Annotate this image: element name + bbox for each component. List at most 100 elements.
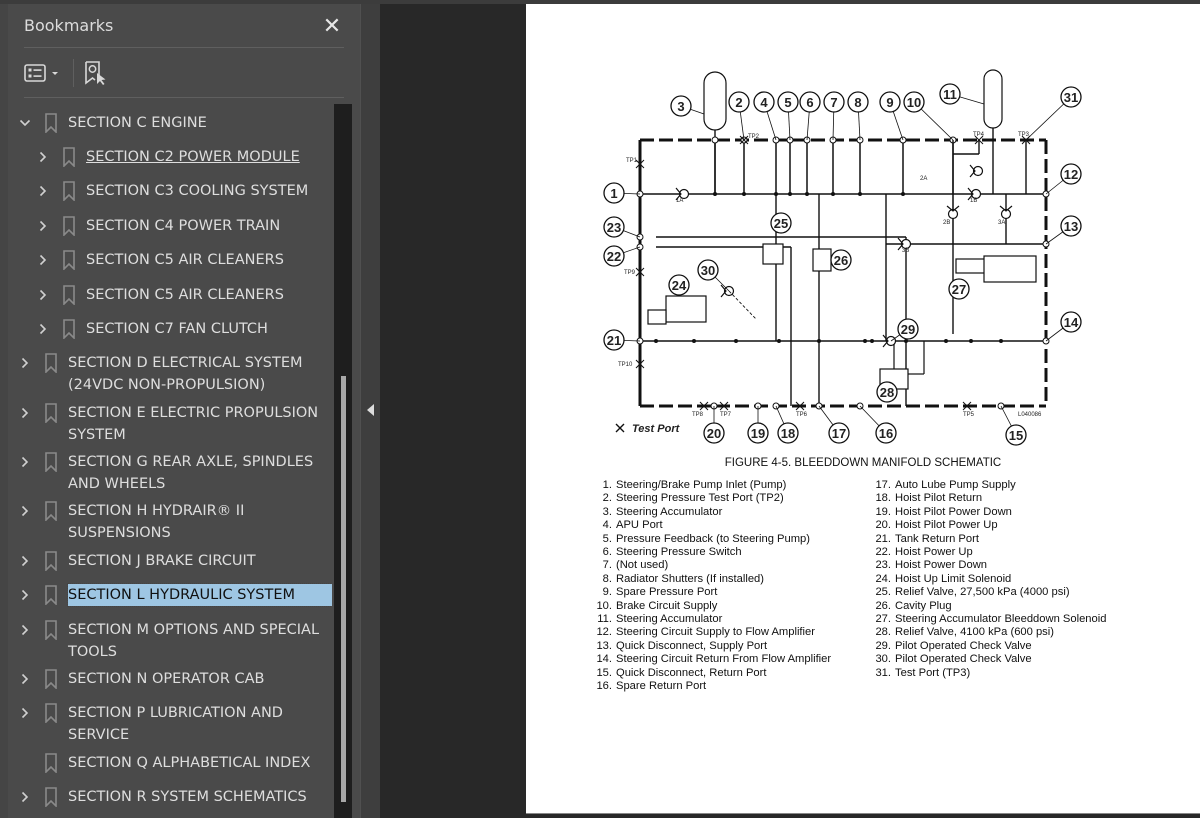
bookmark-icon — [60, 284, 78, 306]
junction-dot — [805, 192, 809, 196]
test-port-label: TP9 — [624, 270, 636, 276]
bookmark-item[interactable]: SECTION C ENGINE — [8, 112, 332, 134]
bookmark-label: SECTION D ELECTRICAL SYSTEM (24VDC NON-P… — [68, 355, 303, 393]
bookmark-item[interactable]: SECTION L HYDRAULIC SYSTEM — [8, 583, 332, 607]
legend-number: 28. — [875, 626, 891, 639]
chevron-down-icon[interactable] — [16, 112, 34, 134]
legend-number: 13. — [596, 639, 612, 652]
bookmark-item[interactable]: SECTION P LUBRICATION AND SERVICE — [8, 702, 332, 746]
bookmark-item[interactable]: SECTION C5 AIR CLEANERS — [8, 249, 332, 271]
panel-splitter[interactable] — [360, 4, 380, 818]
bookmark-item[interactable]: SECTION M OPTIONS AND SPECIAL TOOLS — [8, 619, 332, 663]
legend-text: Steering Accumulator — [616, 505, 723, 518]
bookmark-label: SECTION E ELECTRIC PROPULSION SYSTEM — [68, 405, 319, 443]
chevron-right-icon[interactable] — [16, 702, 34, 724]
test-port-label: TP8 — [692, 412, 704, 418]
bookmark-item[interactable]: SECTION C2 POWER MODULE — [8, 146, 332, 168]
bookmark-icon — [60, 180, 78, 202]
solenoid-icon — [647, 309, 667, 325]
callout-number: 8 — [854, 95, 861, 110]
bookmark-label: SECTION G REAR AXLE, SPINDLES AND WHEELS — [68, 454, 314, 492]
bookmark-item[interactable]: SECTION H HYDRAIR® II SUSPENSIONS — [8, 500, 332, 544]
bookmark-item[interactable]: SECTION Q ALPHABETICAL INDEX — [8, 752, 332, 774]
bookmark-item[interactable]: SECTION N OPERATOR CAB — [8, 668, 332, 690]
document-page: TP1 TP2 TP3 TP4 TP5 TP6 TP7 TP8 TP9 TP10 1A 1B 2A 2B 3… — [526, 4, 1200, 814]
bleeddown-manifold-schematic: TP1 TP2 TP3 TP4 TP5 TP6 TP7 TP8 TP9 TP10 1A 1B 2A 2B 3… — [603, 69, 1082, 446]
legend-item: 4. APU Port — [592, 519, 831, 532]
legend-item: 3. Steering Accumulator — [592, 506, 831, 519]
chevron-right-icon[interactable] — [16, 402, 34, 424]
bookmark-item[interactable]: SECTION C4 POWER TRAIN — [8, 215, 332, 237]
bookmark-item[interactable]: SECTION C5 AIR CLEANERS — [8, 284, 332, 306]
chevron-right-icon[interactable] — [34, 284, 52, 306]
chevron-right-icon[interactable] — [16, 619, 34, 641]
chevron-right-icon[interactable] — [34, 215, 52, 237]
bookmarks-panel: Bookmarks ✕ SECTION C ENGINE SECTION C2 … — [0, 4, 360, 818]
chevron-right-icon[interactable] — [16, 352, 34, 374]
legend-text: Relief Valve, 27,500 kPa (4000 psi) — [895, 586, 1070, 599]
bookmark-item[interactable]: SECTION E ELECTRIC PROPULSION SYSTEM — [8, 402, 332, 446]
bookmark-item[interactable]: SECTION G REAR AXLE, SPINDLES AND WHEELS — [8, 451, 332, 495]
legend-item: 29. Pilot Operated Check Valve — [871, 640, 1106, 653]
check-valve-icon — [969, 164, 976, 178]
chevron-right-icon[interactable] — [34, 249, 52, 271]
callout-number: 29 — [901, 322, 915, 337]
callout-number: 1 — [610, 186, 617, 201]
bookmark-item[interactable]: SECTION J BRAKE CIRCUIT — [8, 550, 332, 572]
chevron-right-icon[interactable] — [16, 786, 34, 808]
callout-number: 17 — [832, 426, 846, 441]
legend-text: Test Port (TP3) — [895, 666, 971, 679]
bookmark-item[interactable]: SECTION R SYSTEM SCHEMATICS — [8, 786, 332, 808]
legend-text: Spare Pressure Port — [616, 586, 718, 599]
legend-text: Hoist Power Up — [895, 546, 973, 559]
legend-text: Quick Disconnect, Return Port — [616, 666, 767, 679]
chevron-right-icon[interactable] — [16, 550, 34, 572]
valve-label: 3B — [902, 248, 909, 254]
test-port-label: TP10 — [618, 362, 633, 368]
find-current-bookmark-button[interactable] — [84, 60, 108, 86]
bookmark-find-icon — [85, 60, 106, 85]
bookmark-item[interactable]: SECTION D ELECTRICAL SYSTEM (24VDC NON-P… — [8, 352, 332, 396]
bookmark-item[interactable]: SECTION C7 FAN CLUTCH — [8, 318, 332, 340]
valve-label: 2B — [943, 220, 950, 226]
scrollbar-thumb[interactable] — [341, 376, 346, 802]
cavity-plug-icon — [812, 248, 832, 272]
bookmark-item[interactable]: SECTION C3 COOLING SYSTEM — [8, 180, 332, 202]
legend-item: 12. Steering Circuit Supply to Flow Ampli… — [592, 626, 831, 639]
bookmark-icon — [42, 402, 60, 424]
legend-number: 31. — [875, 666, 891, 679]
chevron-right-icon[interactable] — [34, 318, 52, 340]
legend-number: 2. — [602, 492, 612, 505]
bookmark-icon — [42, 500, 60, 522]
legend-column-left: 1. Steering/Brake Pump Inlet (Pump) 2. Stee… — [592, 479, 831, 694]
bookmark-icon — [42, 352, 60, 374]
junction-dot — [863, 339, 867, 343]
legend-number: 8. — [602, 572, 612, 585]
legend-number: 7. — [602, 559, 612, 572]
bookmark-icon — [42, 584, 60, 606]
bookmark-icon — [42, 619, 60, 641]
legend-number: 15. — [596, 666, 612, 679]
chevron-right-icon[interactable] — [16, 500, 34, 522]
legend-number: 16. — [596, 680, 612, 693]
close-icon[interactable]: ✕ — [320, 14, 344, 37]
bookmark-label: SECTION L HYDRAULIC SYSTEM — [67, 583, 332, 607]
chevron-right-icon[interactable] — [34, 180, 52, 202]
options-menu-button[interactable] — [24, 63, 61, 82]
bookmark-icon — [42, 112, 60, 134]
chevron-right-icon[interactable] — [16, 584, 34, 606]
legend-number: 6. — [602, 546, 612, 559]
legend-number: 3. — [602, 505, 612, 518]
legend-number: 30. — [875, 653, 891, 666]
callout-number: 14 — [1064, 315, 1079, 330]
chevron-right-icon[interactable] — [34, 146, 52, 168]
legend-text: Pressure Feedback (to Steering Pump) — [616, 532, 811, 545]
chevron-right-icon[interactable] — [16, 451, 34, 473]
legend-item: 27. Steering Accumulator Bleeddown Soleno… — [871, 613, 1106, 626]
bookmark-label: SECTION C3 COOLING SYSTEM — [86, 183, 309, 199]
bookmark-label: SECTION C4 POWER TRAIN — [86, 218, 281, 234]
legend-number: 26. — [875, 599, 891, 612]
junction-dot — [999, 339, 1003, 343]
chevron-right-icon[interactable] — [16, 668, 34, 690]
collapse-panel-arrow-icon[interactable] — [367, 404, 374, 416]
